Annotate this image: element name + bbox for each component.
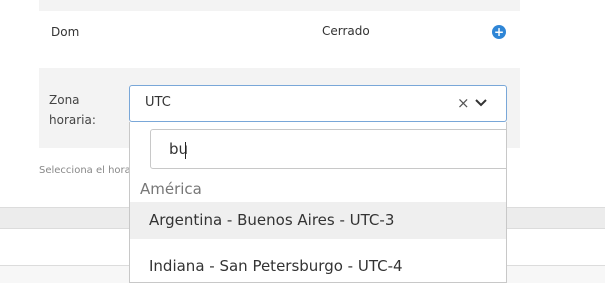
- group-label: América: [140, 180, 202, 198]
- day-status: Cerrado: [322, 24, 370, 38]
- schedule-row-previous: [39, 0, 520, 11]
- plus-circle-icon[interactable]: +: [492, 25, 506, 39]
- timezone-search-input[interactable]: [169, 138, 489, 160]
- clear-icon[interactable]: ×: [457, 94, 470, 112]
- timezone-label: Zona horaria:: [49, 90, 119, 130]
- timezone-label-line2: horaria:: [49, 113, 96, 127]
- timezone-option[interactable]: Argentina - Buenos Aires - UTC-3: [130, 202, 506, 239]
- day-label: Dom: [51, 25, 80, 39]
- timezone-option[interactable]: Indiana - San Petersburgo - UTC-4: [130, 248, 506, 282]
- text-cursor: [185, 142, 186, 159]
- schedule-row-sunday: Dom Cerrado +: [39, 11, 520, 68]
- timezone-selected-value: UTC: [145, 95, 171, 110]
- timezone-search-box[interactable]: [150, 129, 506, 169]
- timezone-select[interactable]: UTC ×: [129, 85, 507, 122]
- chevron-down-icon[interactable]: [474, 96, 488, 110]
- timezone-label-line1: Zona: [49, 93, 80, 107]
